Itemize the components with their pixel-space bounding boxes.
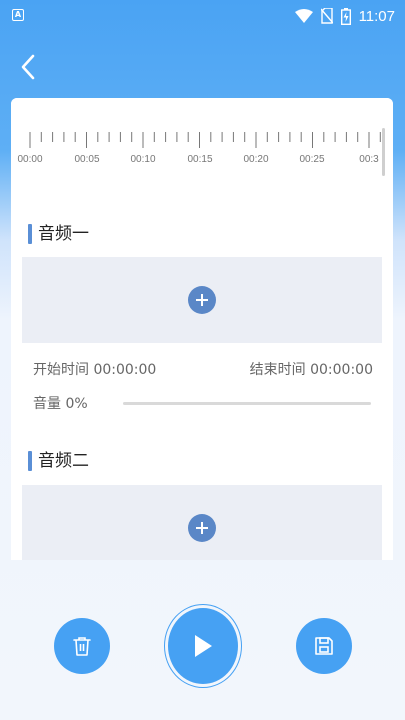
status-right: 11:07 [294, 6, 395, 26]
timeline-label: 00:15 [187, 154, 213, 165]
add-audio-2-button[interactable] [188, 514, 216, 542]
status-bar: A 11:07 [0, 0, 405, 32]
timeline-label: 00:10 [130, 154, 156, 165]
timeline-scroll[interactable]: 00:00 00:05 00:10 00:15 00:20 00:25 00:3 [17, 128, 385, 178]
delete-button[interactable] [54, 618, 110, 674]
bottom-controls [0, 560, 405, 720]
track-1-volume-label: 音量 0% [33, 396, 88, 412]
timeline-label: 00:3 [359, 154, 379, 165]
play-icon [195, 635, 212, 657]
chevron-left-icon [21, 54, 35, 80]
track-1-title: 音频一 [28, 224, 89, 244]
track-1-time-row: 开始时间 00:00:00 结束时间 00:00:00 [33, 359, 373, 379]
notification-a-icon: A [12, 9, 24, 21]
back-button[interactable] [14, 52, 44, 82]
wifi-icon [294, 9, 313, 23]
timeline-label: 00:05 [74, 154, 100, 165]
trash-icon [73, 637, 91, 656]
no-sim-icon [320, 8, 333, 24]
add-audio-1-button[interactable] [188, 286, 216, 314]
timeline-scrollbar[interactable] [382, 128, 385, 176]
track-2-title: 音频二 [28, 451, 89, 471]
track-1-start-time: 开始时间 00:00:00 [33, 362, 157, 378]
editor-card: 00:00 00:05 00:10 00:15 00:20 00:25 00:3… [11, 98, 393, 560]
track-2-drop-zone[interactable] [22, 485, 382, 560]
track-1-end-time: 结束时间 00:00:00 [249, 362, 373, 378]
timeline-label: 00:25 [299, 154, 325, 165]
status-time: 11:07 [358, 7, 395, 25]
track-1-drop-zone[interactable] [22, 257, 382, 343]
battery-charging-icon [340, 7, 351, 25]
card-header [11, 98, 393, 128]
timeline-label: 00:20 [243, 154, 269, 165]
save-button[interactable] [296, 618, 352, 674]
track-1-volume-row: 音量 0% [33, 393, 373, 413]
play-button[interactable] [168, 608, 238, 684]
timeline-ticks [29, 132, 381, 148]
timeline-ruler[interactable]: 00:00 00:05 00:10 00:15 00:20 00:25 00:3 [17, 128, 385, 278]
timeline-label: 00:00 [17, 154, 43, 165]
save-icon [315, 637, 333, 655]
track-1-volume-slider[interactable] [123, 402, 371, 405]
